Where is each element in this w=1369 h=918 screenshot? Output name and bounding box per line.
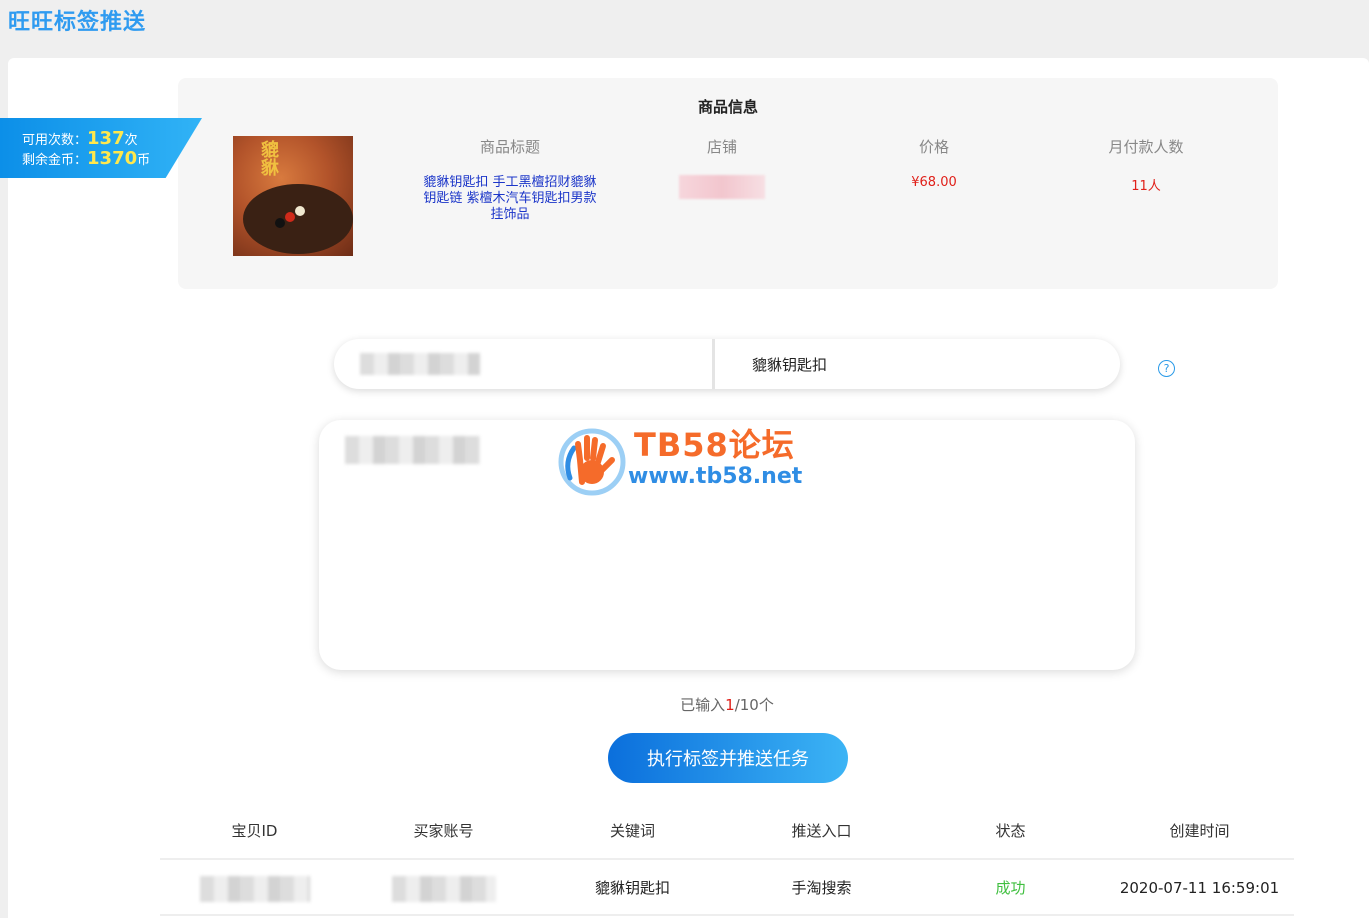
input-counter: 已输入1/10个 bbox=[8, 694, 1369, 715]
coins-label: 剩余金币： bbox=[22, 153, 88, 168]
buyers-column: 月付款人数 11人 bbox=[1040, 136, 1252, 194]
buyer-account-input[interactable] bbox=[360, 353, 480, 375]
product-title-header: 商品标题 bbox=[479, 138, 540, 156]
uses-line: 可用次数：137次 bbox=[22, 128, 138, 149]
table-row: 貔貅钥匙扣 手淘搜索 成功 2020-07-11 16:59:01 bbox=[160, 860, 1294, 916]
cell-push-entry: 手淘搜索 bbox=[791, 879, 852, 897]
coins-line: 剩余金币：1370币 bbox=[22, 148, 150, 169]
uses-unit: 次 bbox=[124, 133, 138, 148]
shop-column: 店铺 bbox=[616, 136, 828, 203]
product-info-heading: 商品信息 bbox=[697, 98, 758, 116]
header-push-entry[interactable]: 推送入口 bbox=[727, 798, 916, 858]
coins-value: 1370 bbox=[87, 148, 138, 169]
shop-name-redacted bbox=[679, 175, 765, 199]
header-item-id[interactable]: 宝贝ID bbox=[160, 798, 349, 858]
header-status[interactable]: 状态 bbox=[916, 798, 1105, 858]
price-column: 价格 ¥68.00 bbox=[828, 136, 1040, 190]
watermark-hand-logo-icon bbox=[558, 428, 626, 496]
product-title-column: 商品标题 貔貅钥匙扣 手工黑檀招财貔貅钥匙链 紫檀木汽车钥匙扣男款挂饰品 bbox=[404, 136, 616, 223]
thumbnail-logo-mark: 貔貅 bbox=[258, 140, 279, 176]
table-header-row: 宝贝ID 买家账号 关键词 推送入口 状态 创建时间 bbox=[160, 798, 1294, 860]
help-icon[interactable]: ? bbox=[1158, 360, 1175, 377]
price-header: 价格 bbox=[918, 138, 949, 156]
input-divider bbox=[712, 339, 715, 389]
cell-buyer-account bbox=[349, 860, 538, 914]
cell-created-time: 2020-07-11 16:59:01 bbox=[1119, 879, 1280, 897]
account-entry-redacted bbox=[345, 436, 480, 464]
shop-header: 店铺 bbox=[706, 138, 737, 156]
buyers-header: 月付款人数 bbox=[1108, 138, 1184, 156]
product-title-link[interactable]: 貔貅钥匙扣 手工黑檀招财貔貅钥匙链 紫檀木汽车钥匙扣男款挂饰品 bbox=[404, 175, 616, 223]
cell-item-id bbox=[160, 860, 349, 914]
price-value: ¥68.00 bbox=[911, 175, 957, 190]
task-table: 宝贝ID 买家账号 关键词 推送入口 状态 创建时间 貔貅钥匙扣 手淘搜索 成功… bbox=[160, 798, 1294, 916]
counter-prefix: 已输入 bbox=[680, 696, 726, 714]
main-panel: 商品信息 貔貅 商品标题 貔貅钥匙扣 手工黑檀招财貔貅钥匙链 紫檀木汽车钥匙扣男… bbox=[8, 58, 1369, 918]
header-created-time[interactable]: 创建时间 bbox=[1105, 798, 1294, 858]
coins-unit: 币 bbox=[137, 153, 151, 168]
account-keyword-input-group: 貔貅钥匙扣 bbox=[334, 339, 1120, 389]
keyword-input[interactable]: 貔貅钥匙扣 bbox=[752, 354, 827, 375]
watermark-url: www.tb58.net bbox=[628, 464, 803, 489]
cell-keyword: 貔貅钥匙扣 bbox=[594, 879, 670, 897]
header-keyword[interactable]: 关键词 bbox=[538, 798, 727, 858]
product-thumbnail[interactable]: 貔貅 bbox=[233, 136, 353, 256]
execute-push-button[interactable]: 执行标签并推送任务 bbox=[608, 733, 848, 783]
product-info-card: 商品信息 貔貅 商品标题 貔貅钥匙扣 手工黑檀招财貔貅钥匙链 紫檀木汽车钥匙扣男… bbox=[178, 78, 1278, 289]
header-buyer-account[interactable]: 买家账号 bbox=[349, 798, 538, 858]
watermark-title: TB58论坛 bbox=[634, 426, 795, 464]
page-title: 旺旺标签推送 bbox=[8, 10, 147, 35]
counter-count: 1 bbox=[725, 696, 735, 714]
uses-value: 137 bbox=[87, 128, 125, 149]
uses-label: 可用次数： bbox=[22, 133, 88, 148]
cell-status: 成功 bbox=[995, 879, 1026, 897]
counter-suffix: /10个 bbox=[734, 696, 774, 714]
buyers-value: 11人 bbox=[1131, 179, 1161, 194]
